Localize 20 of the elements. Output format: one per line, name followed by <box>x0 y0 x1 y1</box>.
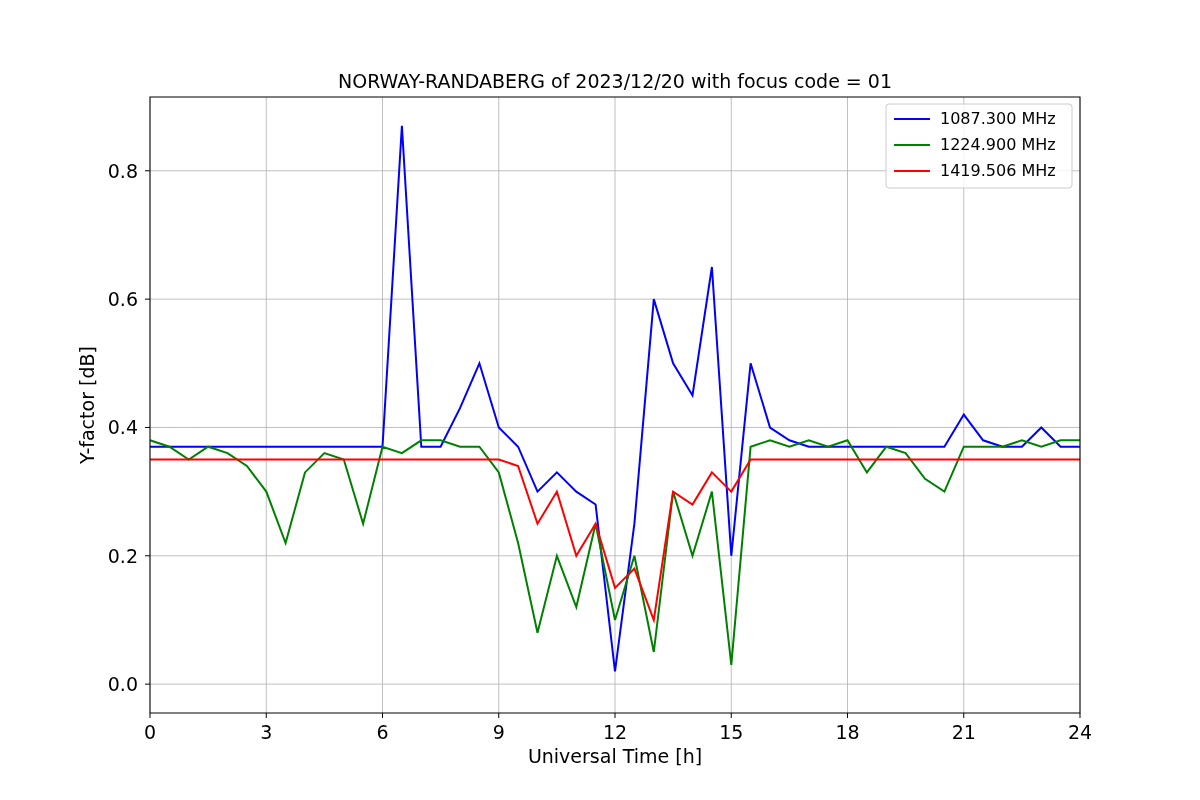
x-tick-label: 3 <box>260 721 273 743</box>
x-tick-label: 0 <box>143 721 157 743</box>
chart-title: NORWAY-RANDABERG of 2023/12/20 with focus code = 01 <box>338 70 892 92</box>
x-axis-label: Universal Time [h] <box>527 745 703 767</box>
legend-label: 1224.900 MHz <box>940 135 1056 154</box>
x-tick-label: 9 <box>492 721 505 743</box>
y-tick-label: 0.4 <box>107 416 138 439</box>
y-axis-label: Y-factor [dB] <box>76 346 98 464</box>
y-tick-label: 0.6 <box>107 288 138 311</box>
y-tick-label: 0.0 <box>107 673 138 696</box>
x-tick-label: 12 <box>602 721 628 743</box>
legend-label: 1087.300 MHz <box>940 109 1056 128</box>
legend-label: 1419.506 MHz <box>940 161 1056 180</box>
y-tick-label: 0.8 <box>107 159 138 182</box>
x-tick-label: 24 <box>1067 721 1093 743</box>
x-tick-label: 6 <box>376 721 389 743</box>
x-tick-label: 15 <box>719 721 744 743</box>
x-tick-label: 21 <box>951 721 976 743</box>
x-tick-label: 18 <box>835 721 860 743</box>
y-tick-label: 0.2 <box>107 544 138 567</box>
